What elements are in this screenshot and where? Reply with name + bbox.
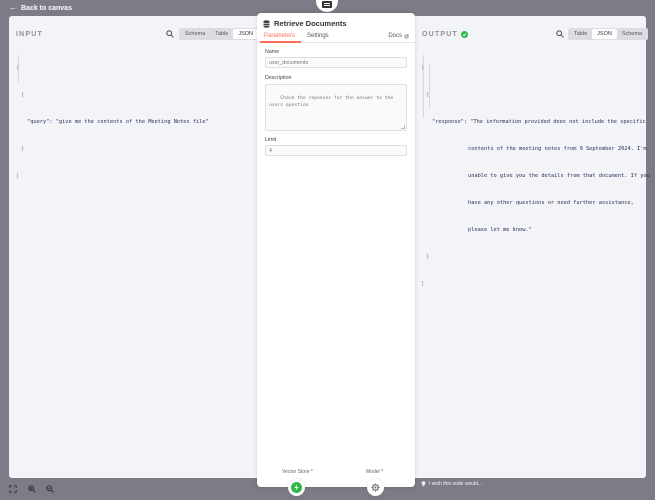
output-tab-schema[interactable]: Schema (617, 29, 647, 39)
output-pane-header: OUTPUT (422, 28, 468, 40)
fit-view-icon (9, 485, 17, 493)
database-node-icon (322, 1, 332, 8)
indent-guide (18, 55, 19, 82)
output-pane-title-wrap: OUTPUT (422, 30, 468, 38)
bottom-toolbar (0, 478, 655, 500)
json-open-array: [ (16, 65, 20, 71)
input-tab-table[interactable]: Table (210, 29, 233, 39)
description-text: Check the reponses for the answer to the… (269, 96, 397, 108)
external-link-icon (404, 33, 409, 38)
feedback-link[interactable]: I wish this node would... (421, 481, 482, 487)
input-pane-title: INPUT (16, 30, 43, 38)
json-value[interactable]: "give me the contents of the Meeting Not… (56, 119, 209, 125)
docs-link[interactable]: Docs (388, 33, 409, 39)
json-key[interactable]: "response": (432, 119, 467, 125)
json-open-object: { (21, 92, 25, 98)
arrow-left-icon: ← (9, 3, 17, 12)
json-value-line[interactable]: unable to give you the details from that… (421, 172, 650, 181)
name-field[interactable]: user_documents (265, 57, 407, 68)
lightbulb-icon (421, 481, 426, 487)
input-tab-schema[interactable]: Schema (180, 29, 210, 39)
search-icon[interactable] (556, 30, 564, 38)
json-row: "response": "The information provided do… (421, 118, 650, 127)
input-tab-json[interactable]: JSON (233, 29, 259, 39)
database-icon (263, 19, 270, 28)
limit-field[interactable]: 4 (265, 145, 407, 156)
zoom-in-icon (28, 485, 36, 493)
output-pane-title: OUTPUT (422, 30, 458, 38)
back-to-canvas-link[interactable]: ← Back to canvas (9, 4, 72, 12)
output-tab-json[interactable]: JSON (592, 29, 617, 39)
json-open-object: { (426, 92, 430, 98)
zoom-in-button[interactable] (27, 484, 37, 494)
input-json-view: [ { "query": "give me the contents of th… (16, 46, 209, 190)
json-close-object: } (21, 146, 25, 152)
json-value-line[interactable]: please let me know." (421, 226, 650, 235)
back-to-canvas-label: Back to canvas (21, 4, 72, 12)
fit-view-button[interactable] (8, 484, 18, 494)
vector-store-label: Vector Store * (282, 469, 313, 475)
indent-guide (429, 64, 430, 109)
output-view-switcher: Table JSON Schema (568, 28, 649, 40)
description-field-label: Description (265, 75, 292, 81)
node-title: Retrieve Documents (263, 19, 347, 28)
input-pane-header: INPUT (16, 28, 43, 40)
search-icon[interactable] (166, 30, 174, 38)
name-field-label: Name (265, 49, 280, 55)
node-title-label[interactable]: Retrieve Documents (274, 19, 347, 28)
json-close-array: ] (421, 281, 425, 287)
success-check-icon (460, 30, 468, 38)
feedback-label: I wish this node would... (429, 481, 483, 487)
zoom-out-icon (46, 485, 54, 493)
node-tabs: Parameters Settings Docs (257, 32, 415, 43)
tab-settings[interactable]: Settings (307, 33, 329, 39)
model-label: Model * (366, 469, 383, 475)
json-value-line[interactable]: contents of the meeting notes from 9 Sep… (421, 145, 650, 154)
limit-field-label: Limit (265, 137, 277, 143)
active-tab-indicator (260, 41, 301, 43)
output-tab-table[interactable]: Table (569, 29, 592, 39)
docs-label: Docs (388, 33, 402, 39)
json-value-line[interactable]: "The information provided does not inclu… (470, 119, 645, 125)
output-json-view: [ { "response": "The information provide… (421, 46, 650, 298)
zoom-out-button[interactable] (45, 484, 55, 494)
resize-handle[interactable] (401, 125, 405, 129)
json-row: "query": "give me the contents of the Me… (16, 118, 209, 127)
input-view-switcher: Schema Table JSON (179, 28, 260, 40)
json-open-array: [ (421, 65, 425, 71)
json-close-array: ] (16, 173, 20, 179)
tab-parameters[interactable]: Parameters (264, 33, 295, 39)
indent-guide (423, 55, 424, 118)
json-value-line[interactable]: have any other questions or need further… (421, 199, 650, 208)
json-key[interactable]: "query": (27, 119, 53, 125)
json-close-object: } (426, 254, 430, 260)
description-field[interactable]: Check the reponses for the answer to the… (265, 84, 407, 131)
node-settings-panel: Retrieve Documents Parameters Settings D… (257, 13, 415, 487)
